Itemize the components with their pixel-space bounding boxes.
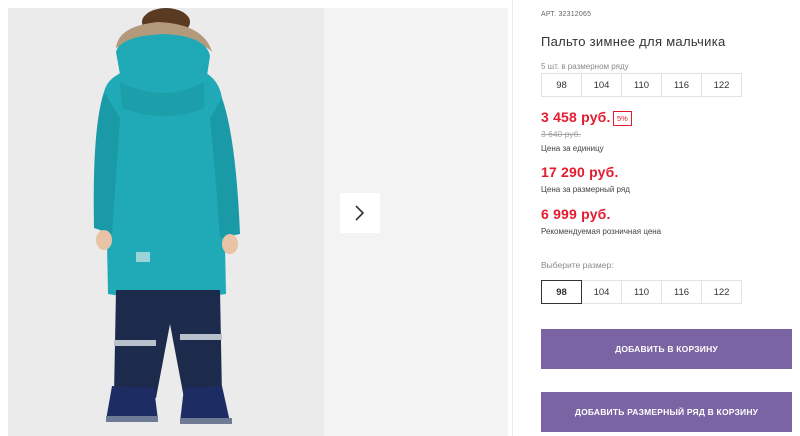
pack-price: 17 290 руб. [541,164,619,180]
pack-sizes-list: 98 104 110 116 122 [541,73,742,97]
pack-size-cell: 104 [581,73,622,97]
pack-size-label: 5 шт. в размерном ряду [541,62,629,71]
product-info-panel: АРТ. 32312065 Пальто зимнее для мальчика… [541,0,796,436]
size-selector: 98 104 110 116 122 [541,280,742,304]
pack-size-cell: 98 [541,73,582,97]
unit-price-note: Цена за единицу [541,144,604,153]
panel-divider [512,0,513,436]
product-title: Пальто зимнее для мальчика [541,34,726,49]
product-photo[interactable] [8,8,324,436]
retail-price-note: Рекомендуемая розничная цена [541,227,662,236]
pack-size-cell: 110 [621,73,662,97]
article-number: АРТ. 32312065 [541,11,591,18]
boy-in-winter-coat-image [8,8,324,436]
pack-size-cell: 116 [661,73,702,97]
size-option-110[interactable]: 110 [621,280,662,304]
size-option-116[interactable]: 116 [661,280,702,304]
pack-size-cell: 122 [701,73,742,97]
next-image-button[interactable] [340,193,380,233]
article-value: 32312065 [558,11,592,18]
chevron-right-icon [355,205,365,221]
size-option-98[interactable]: 98 [541,280,582,304]
choose-size-label: Выберите размер: [541,260,614,270]
add-to-cart-button[interactable]: ДОБАВИТЬ В КОРЗИНУ [541,329,792,369]
size-option-104[interactable]: 104 [581,280,622,304]
size-option-122[interactable]: 122 [701,280,742,304]
add-pack-to-cart-button[interactable]: ДОБАВИТЬ РАЗМЕРНЫЙ РЯД В КОРЗИНУ [541,392,792,432]
old-price: 3 640 руб. [541,129,581,139]
article-label: АРТ. [541,11,557,18]
discount-badge: 5% [613,111,632,126]
pack-price-note: Цена за размерный ряд [541,185,630,194]
retail-price: 6 999 руб. [541,206,611,222]
product-gallery [8,8,508,436]
unit-price: 3 458 руб. [541,109,611,125]
